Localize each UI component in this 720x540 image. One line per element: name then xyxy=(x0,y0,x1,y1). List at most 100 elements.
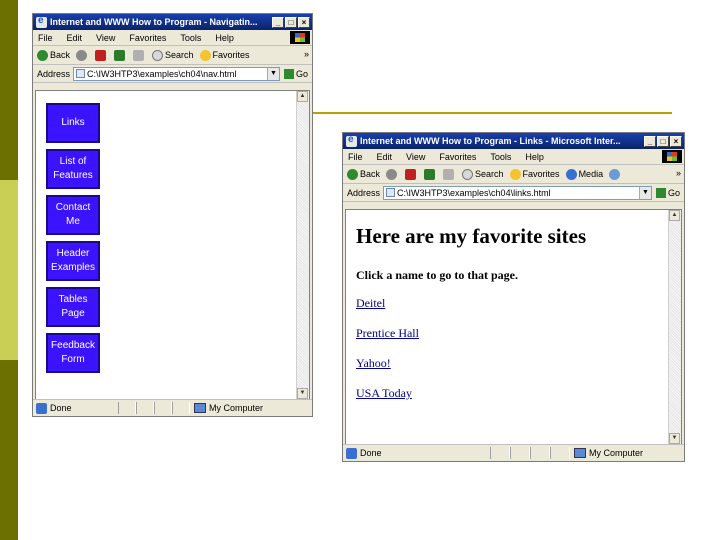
search-button[interactable]: Search xyxy=(152,49,194,61)
menu-file[interactable]: File xyxy=(38,33,53,43)
address-input[interactable]: C:\IW3HTP3\examples\ch04\links.html ▼ xyxy=(383,185,652,200)
status-segment xyxy=(154,402,172,414)
page-icon xyxy=(386,188,396,197)
menu-tools[interactable]: Tools xyxy=(490,152,511,162)
maximize-button[interactable]: □ xyxy=(657,135,669,147)
favorites-label: Favorites xyxy=(522,169,560,179)
menu-favorites[interactable]: Favorites xyxy=(439,152,476,162)
toolbar-overflow-chevron-icon[interactable]: » xyxy=(304,49,309,59)
nav-button-links[interactable]: Links xyxy=(46,103,100,143)
home-button[interactable] xyxy=(443,168,456,180)
nav-button-list-of-features[interactable]: List of Features xyxy=(46,149,100,189)
refresh-button[interactable] xyxy=(114,49,127,61)
nav-button-header-examples[interactable]: Header Examples xyxy=(46,241,100,281)
back-label: Back xyxy=(50,50,71,60)
windows-logo-icon xyxy=(662,150,682,163)
menu-tools[interactable]: Tools xyxy=(180,33,201,43)
windows-logo-icon xyxy=(290,31,310,44)
link-usa-today[interactable]: USA Today xyxy=(356,386,412,401)
status-segment xyxy=(136,402,154,414)
stop-icon xyxy=(405,168,417,180)
back-button[interactable]: Back xyxy=(37,49,71,61)
status-text: Done xyxy=(50,403,72,413)
menu-edit[interactable]: Edit xyxy=(377,152,393,162)
link-yahoo[interactable]: Yahoo! xyxy=(356,356,391,371)
back-arrow-icon xyxy=(347,168,358,180)
menu-view[interactable]: View xyxy=(406,152,425,162)
search-label: Search xyxy=(165,50,194,60)
scroll-down-arrow-icon[interactable]: ▼ xyxy=(297,388,308,399)
search-icon xyxy=(152,49,164,61)
ie-icon xyxy=(346,134,357,147)
back-arrow-icon xyxy=(37,49,48,61)
search-icon xyxy=(462,168,474,180)
scroll-down-arrow-icon[interactable]: ▼ xyxy=(669,433,680,444)
link-prentice-hall[interactable]: Prentice Hall xyxy=(356,326,419,341)
go-button[interactable]: Go xyxy=(655,187,680,198)
menu-help[interactable]: Help xyxy=(215,33,234,43)
media-label: Media xyxy=(578,169,604,179)
window-title: Internet and WWW How to Program - Links … xyxy=(360,136,621,146)
home-icon xyxy=(133,49,145,61)
menu-file[interactable]: File xyxy=(348,152,363,162)
address-dropdown-icon[interactable]: ▼ xyxy=(638,186,651,199)
link-deitel[interactable]: Deitel xyxy=(356,296,385,311)
zone-text: My Computer xyxy=(589,448,644,458)
refresh-icon xyxy=(114,49,126,61)
scroll-up-arrow-icon[interactable]: ▲ xyxy=(297,91,308,102)
forward-button[interactable] xyxy=(386,168,399,180)
status-segment xyxy=(118,402,136,414)
minimize-button[interactable]: _ xyxy=(272,16,284,28)
back-label: Back xyxy=(360,169,381,179)
title-bar: Internet and WWW How to Program - Naviga… xyxy=(33,14,312,30)
slide-accent-bar-middle xyxy=(0,180,18,360)
page-content: Links List of Features Contact Me Header… xyxy=(35,90,310,400)
back-button[interactable]: Back xyxy=(347,168,381,180)
stop-button[interactable] xyxy=(405,168,418,180)
close-button[interactable]: × xyxy=(670,135,682,147)
vertical-scrollbar[interactable]: ▲ ▼ xyxy=(296,91,309,399)
forward-button[interactable] xyxy=(76,49,89,61)
refresh-button[interactable] xyxy=(424,168,437,180)
nav-button-tables-page[interactable]: Tables Page xyxy=(46,287,100,327)
address-bar: Address C:\IW3HTP3\examples\ch04\nav.htm… xyxy=(33,65,312,83)
menu-edit[interactable]: Edit xyxy=(67,33,83,43)
status-segment xyxy=(550,447,570,459)
address-value: C:\IW3HTP3\examples\ch04\links.html xyxy=(397,187,551,198)
vertical-scrollbar[interactable]: ▲ ▼ xyxy=(668,210,681,444)
stop-button[interactable] xyxy=(95,49,108,61)
go-button[interactable]: Go xyxy=(283,68,308,79)
menu-favorites[interactable]: Favorites xyxy=(129,33,166,43)
menu-view[interactable]: View xyxy=(96,33,115,43)
favorites-button[interactable]: Favorites xyxy=(509,168,560,180)
refresh-icon xyxy=(424,168,436,180)
home-button[interactable] xyxy=(133,49,146,61)
maximize-button[interactable]: □ xyxy=(285,16,297,28)
address-label: Address xyxy=(37,68,71,79)
slide-divider-line xyxy=(312,112,672,114)
page-subheading: Click a name to go to that page. xyxy=(356,268,518,282)
scroll-up-arrow-icon[interactable]: ▲ xyxy=(669,210,680,221)
minimize-button[interactable]: _ xyxy=(644,135,656,147)
address-input[interactable]: C:\IW3HTP3\examples\ch04\nav.html ▼ xyxy=(73,66,280,81)
close-button[interactable]: × xyxy=(298,16,310,28)
zone-text: My Computer xyxy=(209,403,264,413)
history-button[interactable] xyxy=(609,168,622,180)
media-icon xyxy=(565,168,577,180)
menu-bar: File Edit View Favorites Tools Help xyxy=(33,30,312,46)
menu-help[interactable]: Help xyxy=(525,152,544,162)
status-segment xyxy=(172,402,190,414)
title-bar: Internet and WWW How to Program - Links … xyxy=(343,133,684,149)
browser-window-navigation: Internet and WWW How to Program - Naviga… xyxy=(32,13,313,417)
favorites-button[interactable]: Favorites xyxy=(199,49,250,61)
toolbar: Back Search Favorites » xyxy=(33,46,312,65)
nav-button-contact-me[interactable]: Contact Me xyxy=(46,195,100,235)
search-button[interactable]: Search xyxy=(462,168,504,180)
address-dropdown-icon[interactable]: ▼ xyxy=(266,67,279,80)
forward-arrow-icon xyxy=(76,49,88,61)
go-arrow-icon xyxy=(655,187,666,198)
media-button[interactable]: Media xyxy=(565,168,604,180)
slide-accent-bar-bottom xyxy=(0,360,18,540)
toolbar-overflow-chevron-icon[interactable]: » xyxy=(676,168,681,178)
nav-button-feedback-form[interactable]: Feedback Form xyxy=(46,333,100,373)
